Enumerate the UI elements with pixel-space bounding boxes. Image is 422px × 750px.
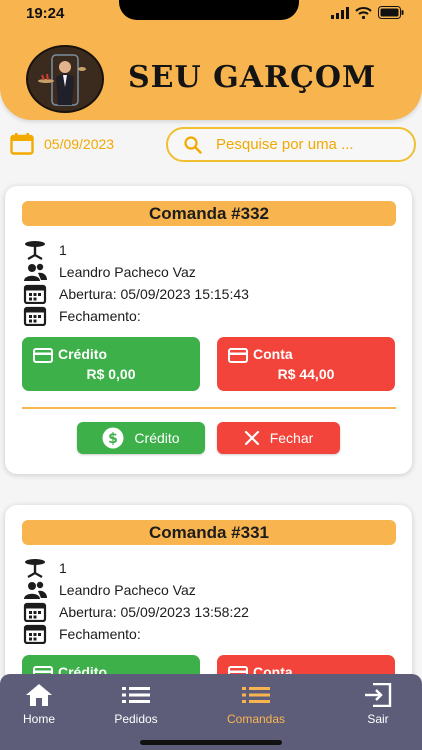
account-label: Conta bbox=[253, 346, 293, 362]
search-placeholder: Pesquise por uma ... bbox=[216, 136, 354, 153]
nav-item-comandas[interactable]: Comandas bbox=[211, 682, 301, 726]
bottom-nav: Home Pedidos Comandas Sair bbox=[0, 674, 422, 750]
closed-row: Fechamento: bbox=[23, 624, 141, 644]
nav-label-home: Home bbox=[22, 712, 55, 726]
svg-text:$: $ bbox=[109, 431, 119, 447]
brand-title: SEU GARÇOM bbox=[128, 60, 377, 95]
list-icon bbox=[242, 687, 270, 703]
device-notch bbox=[119, 0, 299, 20]
opened-at: Abertura: 05/09/2023 15:15:43 bbox=[59, 286, 249, 302]
calendar-icon bbox=[23, 602, 47, 622]
credit-button-label: Crédito bbox=[134, 430, 180, 446]
list-icon bbox=[122, 687, 150, 703]
status-icons bbox=[331, 6, 404, 19]
credit-label: Crédito bbox=[58, 346, 107, 362]
comanda-title: Comanda #332 bbox=[22, 201, 396, 226]
close-button[interactable]: Fechar bbox=[217, 422, 340, 454]
opened-row: Abertura: 05/09/2023 13:58:22 bbox=[23, 602, 249, 622]
status-bar: 19:24 bbox=[0, 0, 422, 30]
nav-label-comandas: Comandas bbox=[226, 712, 286, 726]
customer-row: Leandro Pacheco Vaz bbox=[23, 262, 196, 282]
signal-icon bbox=[331, 6, 349, 19]
opened-row: Abertura: 05/09/2023 15:15:43 bbox=[23, 284, 249, 304]
table-row: 1 bbox=[23, 240, 67, 260]
comanda-title: Comanda #331 bbox=[22, 520, 396, 545]
home-icon bbox=[26, 684, 52, 706]
wifi-icon bbox=[355, 6, 372, 19]
calendar-icon bbox=[23, 624, 47, 644]
comanda-card: Comanda #332 1 Leandro Pacheco Vaz Abert… bbox=[5, 186, 412, 474]
customer-row: Leandro Pacheco Vaz bbox=[23, 580, 196, 600]
table-row: 1 bbox=[23, 558, 67, 578]
customer-name: Leandro Pacheco Vaz bbox=[59, 582, 196, 598]
opened-at: Abertura: 05/09/2023 13:58:22 bbox=[59, 604, 249, 620]
credit-value: R$ 0,00 bbox=[86, 366, 136, 382]
closed-at: Fechamento: bbox=[59, 626, 141, 642]
date-filter[interactable]: 05/09/2023 bbox=[10, 133, 114, 155]
calendar-icon bbox=[10, 133, 34, 155]
dollar-icon: $ bbox=[102, 427, 124, 449]
card-icon bbox=[228, 348, 248, 363]
table-number: 1 bbox=[59, 242, 67, 258]
credit-button[interactable]: $ Crédito bbox=[77, 422, 205, 454]
battery-icon bbox=[378, 6, 404, 19]
account-value: R$ 44,00 bbox=[277, 366, 335, 382]
search-icon bbox=[184, 135, 202, 154]
credit-summary: Crédito R$ 0,00 bbox=[22, 337, 200, 391]
card-divider bbox=[22, 407, 396, 409]
calendar-icon bbox=[23, 306, 47, 326]
card-icon bbox=[33, 348, 53, 363]
nav-label-sair: Sair bbox=[367, 712, 389, 726]
table-number: 1 bbox=[59, 560, 67, 576]
closed-at: Fechamento: bbox=[59, 308, 141, 324]
nav-item-sair[interactable]: Sair bbox=[333, 682, 422, 726]
date-filter-value: 05/09/2023 bbox=[44, 136, 115, 152]
waiter-logo bbox=[26, 45, 104, 113]
home-indicator bbox=[140, 740, 282, 745]
nav-item-home[interactable]: Home bbox=[0, 682, 84, 726]
table-icon bbox=[25, 559, 45, 578]
logout-icon bbox=[365, 683, 392, 707]
nav-item-pedidos[interactable]: Pedidos bbox=[91, 682, 181, 726]
app-header: 19:24 SEU GARÇOM bbox=[0, 0, 422, 120]
customer-name: Leandro Pacheco Vaz bbox=[59, 264, 196, 280]
search-input[interactable]: Pesquise por uma ... bbox=[166, 127, 416, 162]
nav-label-pedidos: Pedidos bbox=[114, 712, 158, 726]
people-icon bbox=[24, 263, 47, 281]
close-button-label: Fechar bbox=[269, 430, 314, 446]
people-icon bbox=[24, 581, 47, 599]
account-summary: Conta R$ 44,00 bbox=[217, 337, 395, 391]
table-icon bbox=[25, 241, 45, 260]
close-icon bbox=[244, 430, 259, 446]
status-time: 19:24 bbox=[26, 5, 65, 22]
calendar-icon bbox=[23, 284, 47, 304]
closed-row: Fechamento: bbox=[23, 306, 141, 326]
